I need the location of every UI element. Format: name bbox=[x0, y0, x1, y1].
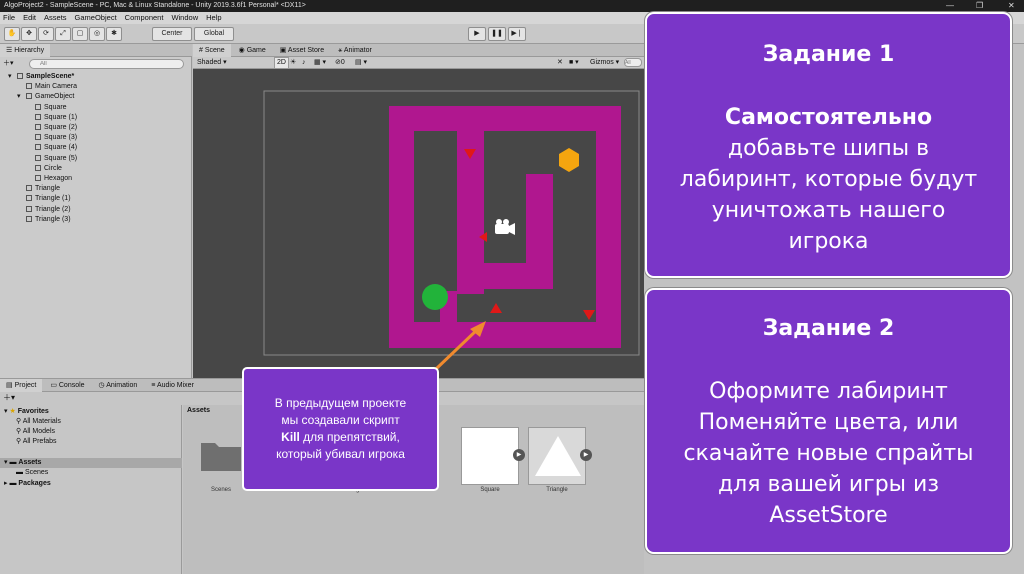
callout-bold: Kill bbox=[281, 430, 300, 444]
callout-line-with-bold: Kill для препятствий, bbox=[244, 429, 437, 446]
callout-box: В предыдущем проекте мы создавали скрипт… bbox=[242, 367, 439, 491]
callout-arrow bbox=[434, 321, 486, 371]
callout-line: мы создавали скрипт bbox=[281, 413, 400, 427]
callout-line: который убивал игрока bbox=[276, 447, 405, 461]
callout-line: В предыдущем проекте bbox=[274, 396, 407, 410]
callout-line-rest: для препятствий, bbox=[299, 430, 400, 444]
arrow-line bbox=[434, 325, 482, 371]
